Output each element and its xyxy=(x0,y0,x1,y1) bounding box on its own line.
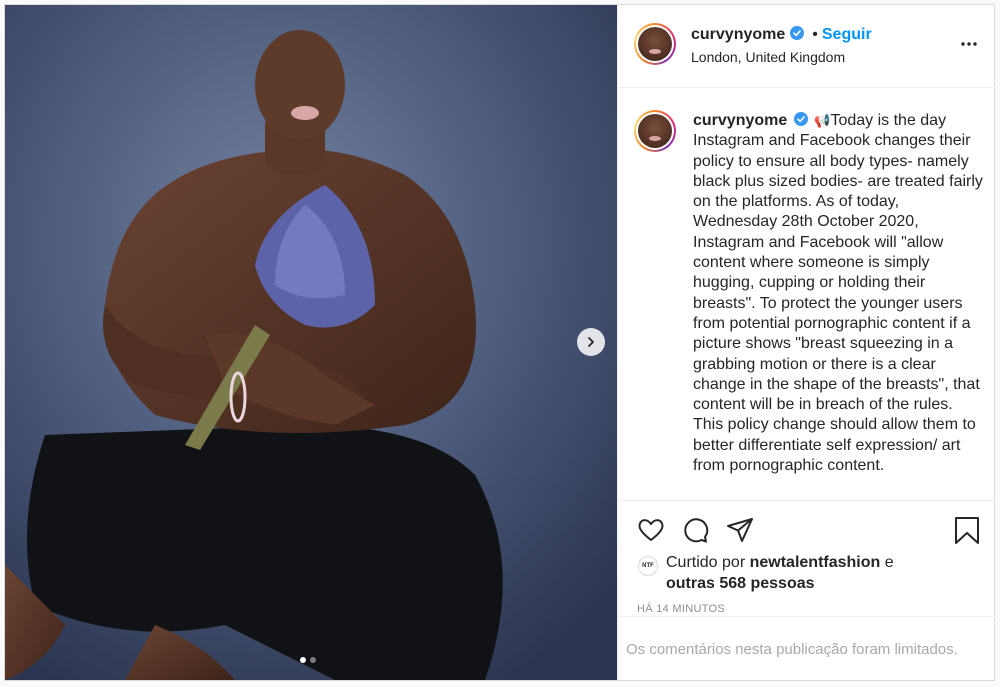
avatar-image xyxy=(638,114,672,148)
megaphone-icon: 📢 xyxy=(814,113,831,128)
heart-icon[interactable] xyxy=(636,515,666,545)
header-username-row: curvynyome • Seguir xyxy=(691,26,872,44)
liker-avatar[interactable]: NTF xyxy=(638,556,658,576)
post-actions: NTF Curtido por newtalentfashion e outra… xyxy=(618,500,995,617)
post-timestamp[interactable]: HÁ 14 MINUTOS xyxy=(637,603,725,615)
bookmark-icon[interactable] xyxy=(952,515,982,545)
likes-others-link[interactable]: outras 568 pessoas xyxy=(666,575,815,592)
post-media[interactable] xyxy=(5,5,617,680)
more-options-icon[interactable] xyxy=(960,35,978,53)
profile-avatar[interactable] xyxy=(634,23,676,65)
comments-limited-notice: Os comentários nesta publicação foram li… xyxy=(626,640,958,658)
likes-text: Curtido por newtalentfashion e outras 56… xyxy=(666,553,926,594)
carousel-next-button[interactable] xyxy=(577,328,605,356)
post-side-panel: curvynyome • Seguir London, United Kingdom… xyxy=(617,5,995,680)
location-link[interactable]: London, United Kingdom xyxy=(691,49,845,65)
separator-dot: • xyxy=(812,26,818,43)
instagram-post: curvynyome • Seguir London, United Kingdom… xyxy=(4,4,995,681)
share-icon[interactable] xyxy=(725,515,755,545)
likes-summary: NTF Curtido por newtalentfashion e outra… xyxy=(638,553,926,594)
post-photo xyxy=(5,5,617,680)
caption-avatar[interactable] xyxy=(634,110,676,152)
avatar-image xyxy=(638,27,672,61)
liker-username-link[interactable]: newtalentfashion xyxy=(750,554,881,571)
likes-conjunction: e xyxy=(884,554,894,571)
follow-button[interactable]: Seguir xyxy=(822,26,872,43)
caption-text: Today is the day Instagram and Facebook … xyxy=(693,112,983,475)
caption-username-link[interactable]: curvynyome xyxy=(693,112,787,129)
comments-limited-box: Os comentários nesta publicação foram li… xyxy=(618,616,995,681)
verified-badge-icon xyxy=(794,112,809,126)
post-header: curvynyome • Seguir London, United Kingdom xyxy=(618,5,995,88)
caption-text-block: curvynyome 📢Today is the day Instagram an… xyxy=(693,111,983,476)
verified-badge-icon xyxy=(790,26,805,40)
username-link[interactable]: curvynyome xyxy=(691,26,785,43)
carousel-indicator xyxy=(300,657,316,663)
caption-section[interactable]: curvynyome 📢Today is the day Instagram an… xyxy=(618,88,995,500)
comment-icon[interactable] xyxy=(680,515,710,545)
likes-prefix: Curtido por xyxy=(666,554,746,571)
carousel-dot-1 xyxy=(300,657,306,663)
carousel-dot-2 xyxy=(310,657,316,663)
chevron-right-icon xyxy=(588,337,594,347)
